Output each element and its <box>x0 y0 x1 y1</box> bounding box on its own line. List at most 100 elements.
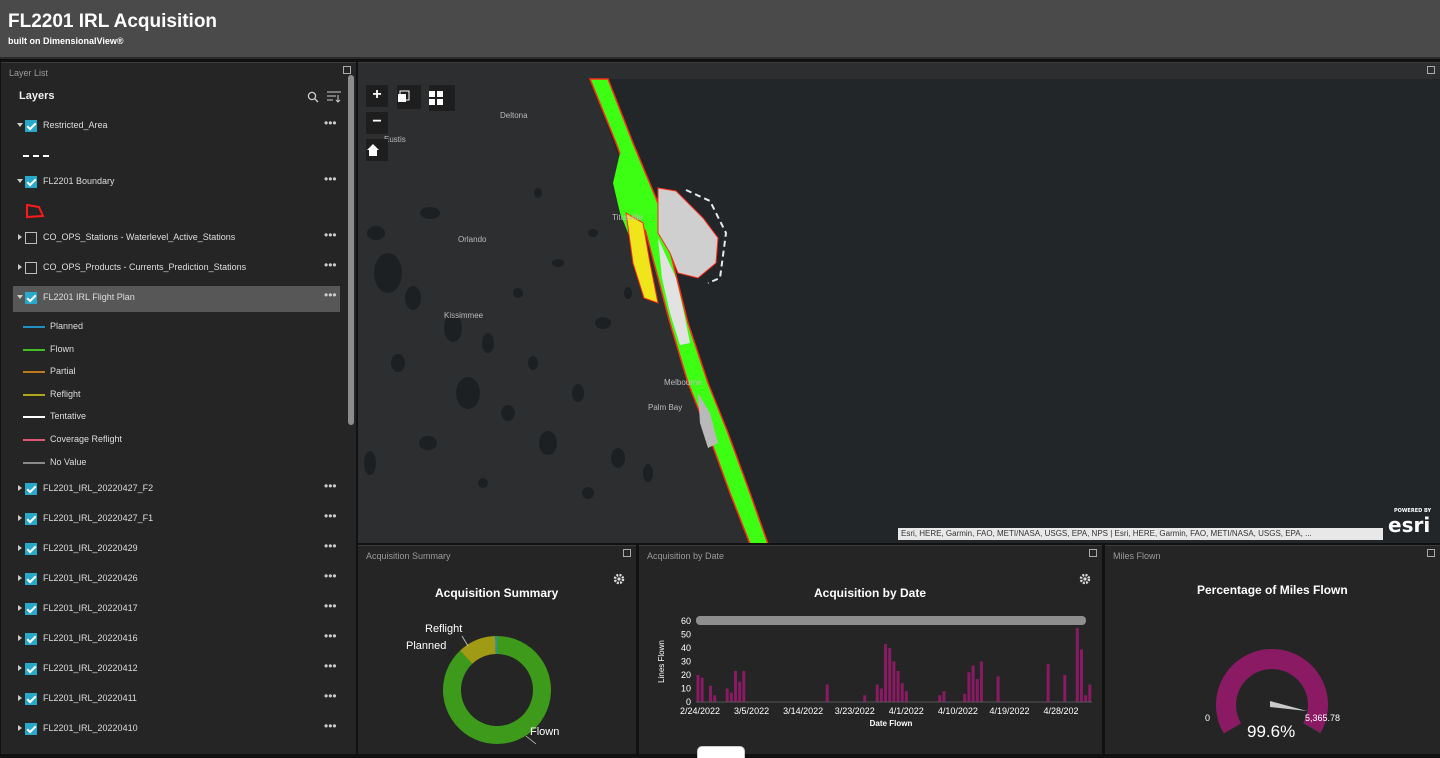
layer-checkbox[interactable] <box>25 543 37 555</box>
chevron-right-icon[interactable] <box>18 605 22 611</box>
chevron-right-icon[interactable] <box>18 264 22 270</box>
layer-row[interactable]: FL2201_IRL_20220427_F2 ••• <box>13 477 340 503</box>
bar[interactable] <box>967 672 971 702</box>
bar[interactable] <box>713 695 717 702</box>
bar[interactable] <box>942 691 946 702</box>
bar[interactable] <box>825 684 829 702</box>
layer-checkbox[interactable] <box>25 232 37 244</box>
chevron-down-icon[interactable] <box>17 179 23 183</box>
home-button[interactable] <box>366 139 388 161</box>
more-options-icon[interactable]: ••• <box>324 288 337 302</box>
chevron-right-icon[interactable] <box>18 545 22 551</box>
bar[interactable] <box>879 688 883 703</box>
bar[interactable] <box>1075 627 1079 702</box>
layer-checkbox[interactable] <box>25 573 37 585</box>
layer-toggle-button[interactable] <box>397 85 421 109</box>
layer-row[interactable]: FL2201_IRL_20220411 ••• <box>13 687 340 713</box>
more-options-icon[interactable]: ••• <box>324 659 337 673</box>
gear-icon[interactable] <box>613 573 625 585</box>
layer-row[interactable]: CO_OPS_Products - Currents_Prediction_St… <box>13 256 340 282</box>
bar[interactable] <box>1079 649 1083 702</box>
more-options-icon[interactable]: ••• <box>324 228 337 242</box>
more-options-icon[interactable]: ••• <box>324 258 337 272</box>
chevron-right-icon[interactable] <box>18 635 22 641</box>
more-options-icon[interactable]: ••• <box>324 172 337 186</box>
layer-row[interactable]: FL2201_IRL_20220416 ••• <box>13 627 340 653</box>
scrollbar[interactable] <box>348 75 354 425</box>
map-attribution[interactable]: Esri, HERE, Garmin, FAO, METI/NASA, USGS… <box>898 528 1383 540</box>
gear-icon[interactable] <box>1079 573 1091 585</box>
more-options-icon[interactable]: ••• <box>324 116 337 130</box>
layer-checkbox[interactable] <box>25 633 37 645</box>
layer-checkbox[interactable] <box>25 483 37 495</box>
layer-checkbox[interactable] <box>25 513 37 525</box>
layer-checkbox[interactable] <box>25 693 37 705</box>
more-options-icon[interactable]: ••• <box>324 629 337 643</box>
map-panel[interactable]: Deltona Eustis Titusville Orlando Kissim… <box>358 62 1440 543</box>
layer-checkbox[interactable] <box>25 120 37 132</box>
bar[interactable] <box>734 670 737 702</box>
chevron-right-icon[interactable] <box>18 695 22 701</box>
layer-row[interactable]: FL2201 Boundary ••• <box>13 170 340 196</box>
bar[interactable] <box>1063 675 1067 702</box>
layer-checkbox[interactable] <box>25 603 37 615</box>
bar[interactable] <box>888 648 892 702</box>
bar[interactable] <box>1088 684 1092 702</box>
chevron-right-icon[interactable] <box>18 725 22 731</box>
chevron-down-icon[interactable] <box>17 295 23 299</box>
layer-checkbox[interactable] <box>25 663 37 675</box>
bar[interactable] <box>979 661 983 703</box>
bar[interactable] <box>884 643 888 702</box>
chevron-down-icon[interactable] <box>17 123 23 127</box>
more-options-icon[interactable]: ••• <box>324 719 337 733</box>
drag-handle[interactable] <box>697 746 745 758</box>
maximize-icon[interactable] <box>623 549 631 557</box>
bar[interactable] <box>892 661 896 703</box>
layer-row[interactable]: FL2201_IRL_20220429 ••• <box>13 537 340 563</box>
bar[interactable] <box>875 684 879 702</box>
maximize-icon[interactable] <box>1089 549 1097 557</box>
bar[interactable] <box>696 675 700 702</box>
bar[interactable] <box>738 681 742 702</box>
zoom-in-button[interactable]: + <box>366 85 388 107</box>
layer-checkbox[interactable] <box>25 292 37 304</box>
layer-row[interactable]: FL2201_IRL_20220427_F1 ••• <box>13 507 340 533</box>
layer-row[interactable]: FL2201_IRL_20220417 ••• <box>13 597 340 623</box>
chevron-right-icon[interactable] <box>18 575 22 581</box>
layer-row[interactable]: CO_OPS_Stations - Waterlevel_Active_Stat… <box>13 226 340 252</box>
bar[interactable] <box>729 692 733 702</box>
bar[interactable] <box>971 665 975 702</box>
more-options-icon[interactable]: ••• <box>324 599 337 613</box>
maximize-icon[interactable] <box>1427 66 1435 74</box>
bar[interactable] <box>900 683 904 702</box>
more-options-icon[interactable]: ••• <box>324 479 337 493</box>
bar[interactable] <box>904 691 908 702</box>
zoom-out-button[interactable]: − <box>366 112 388 134</box>
bar[interactable] <box>975 679 979 702</box>
layer-row[interactable]: Restricted_Area ••• <box>13 114 340 140</box>
layer-row[interactable]: FL2201_IRL_20220426 ••• <box>13 567 340 593</box>
bar[interactable] <box>1084 695 1088 702</box>
chevron-right-icon[interactable] <box>18 485 22 491</box>
bar[interactable] <box>863 695 867 702</box>
chevron-right-icon[interactable] <box>18 234 22 240</box>
bar[interactable] <box>996 676 1000 702</box>
bar[interactable] <box>700 677 704 702</box>
bar[interactable] <box>709 685 712 702</box>
more-options-icon[interactable]: ••• <box>324 569 337 583</box>
maximize-icon[interactable] <box>1427 549 1435 557</box>
more-options-icon[interactable]: ••• <box>324 509 337 523</box>
search-icon[interactable] <box>307 91 319 103</box>
layer-checkbox[interactable] <box>25 176 37 188</box>
more-options-icon[interactable]: ••• <box>324 539 337 553</box>
chevron-right-icon[interactable] <box>18 665 22 671</box>
layer-row[interactable]: FL2201 IRL Flight Plan ••• <box>13 286 340 312</box>
bar[interactable] <box>896 670 900 702</box>
layer-checkbox[interactable] <box>25 262 37 274</box>
maximize-icon[interactable] <box>343 66 351 74</box>
bar[interactable] <box>742 670 746 702</box>
more-options-icon[interactable]: ••• <box>324 689 337 703</box>
bar[interactable] <box>963 693 967 702</box>
basemap-gallery-button[interactable] <box>429 85 455 111</box>
chevron-right-icon[interactable] <box>18 515 22 521</box>
